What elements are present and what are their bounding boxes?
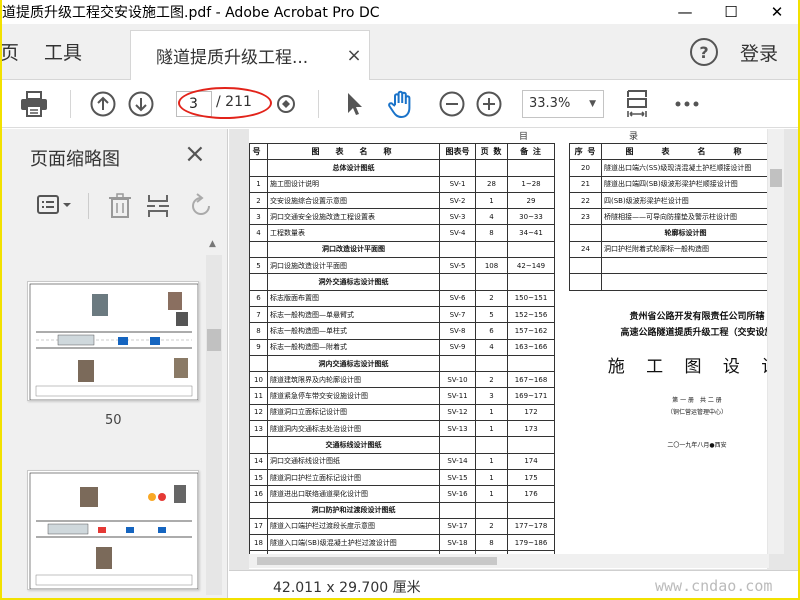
window-border xyxy=(0,0,800,600)
